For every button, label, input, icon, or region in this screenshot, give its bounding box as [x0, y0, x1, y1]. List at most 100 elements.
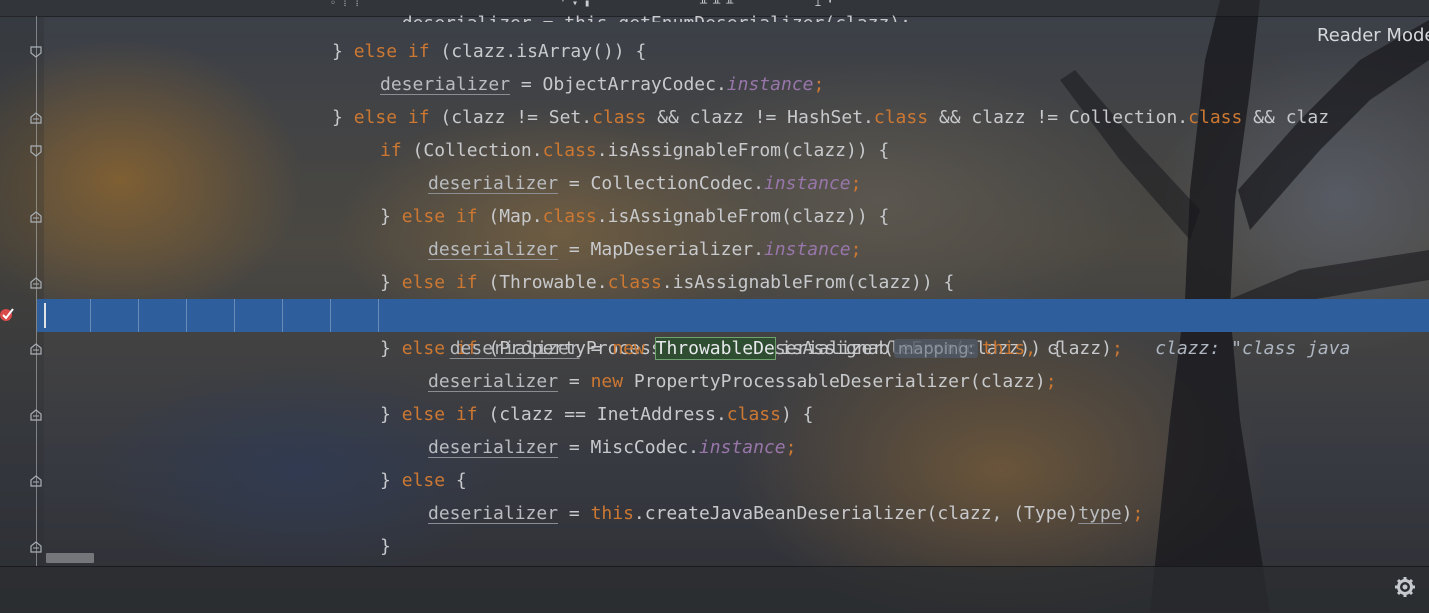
keyword-token: this, [981, 338, 1037, 359]
keyword-token: class [726, 404, 781, 425]
field-token: instance [763, 239, 851, 260]
keyword-token: this [590, 503, 634, 524]
code-token: (Throwable. [477, 272, 608, 293]
keyword-token: else if [401, 272, 478, 293]
code-text: deserializer = this.getEnumDeserializer(… [402, 13, 911, 23]
code-token: .isAssignableFrom(clazz)) { [596, 140, 890, 161]
code-token: } [332, 107, 354, 128]
code-token: } [380, 470, 402, 491]
fold-icon[interactable] [30, 541, 42, 553]
code-token: { [445, 470, 467, 491]
field-token: instance [763, 173, 851, 194]
keyword-token: class [542, 140, 597, 161]
horizontal-scrollbar-thumb[interactable] [46, 553, 94, 563]
code-token: = ObjectArrayCodec. [510, 74, 727, 95]
code-token: ; [1111, 338, 1123, 359]
code-token: ; [850, 173, 862, 194]
indent-guide [138, 299, 139, 332]
code-line[interactable]: deserializer = ObjectArrayCodec.instance… [380, 68, 824, 101]
indent-guide [282, 299, 283, 332]
code-token: (clazz.isArray()) { [429, 41, 647, 62]
keyword-token: class [607, 272, 662, 293]
code-token: .createJavaBeanDeserializer(clazz, (Type… [633, 503, 1079, 524]
code-token: (Collection. [401, 140, 543, 161]
code-line[interactable]: deserializer = this.createJavaBeanDeseri… [428, 497, 1143, 530]
code-token: serializer( [774, 338, 895, 359]
code-line[interactable]: if (Collection.class.isAssignableFrom(cl… [380, 134, 889, 167]
code-token: clazz) [1036, 338, 1112, 359]
indent-guide [186, 299, 187, 332]
code-token: ; [813, 74, 825, 95]
code-token: .isAssignableFrom(clazz)) { [661, 272, 955, 293]
code-token: (Map. [477, 206, 543, 227]
variable-token: deserializer [428, 503, 559, 524]
reader-mode-button[interactable]: Reader Mode [1317, 25, 1429, 46]
fold-icon[interactable] [30, 409, 42, 421]
toolbar-icon[interactable]: ◦ ⁞ ⁞ [330, 0, 360, 9]
code-token: = MiscCodec. [558, 437, 699, 458]
code-token: .isAssignableFrom(clazz)) { [596, 206, 890, 227]
code-token: ; [785, 437, 797, 458]
code-line[interactable]: } else if (clazz != Set.class && clazz !… [332, 101, 1329, 134]
code-line[interactable]: deserializer = new PropertyProcessableDe… [428, 365, 1057, 398]
indent-guide [90, 299, 91, 332]
variable-token: deserializer [449, 338, 580, 359]
code-token: && claz [1242, 107, 1330, 128]
keyword-token: class [873, 107, 929, 128]
code-token: } [332, 41, 354, 62]
fold-icon[interactable] [30, 343, 42, 355]
variable-token: deserializer [428, 173, 559, 194]
code-token: PropertyProcessableDeserializer(clazz) [623, 371, 1046, 392]
keyword-token: else if [401, 206, 478, 227]
text-caret [44, 303, 46, 328]
keyword-token: else if [353, 107, 430, 128]
bottom-panel-bar [0, 566, 1429, 613]
field-token: instance [698, 437, 786, 458]
code-token: ) { [780, 404, 814, 425]
code-token: ; [1132, 503, 1144, 524]
keyword-token: class [592, 107, 647, 128]
keyword-token: else if [401, 404, 478, 425]
field-token: instance [726, 74, 814, 95]
code-token: } [380, 338, 402, 359]
code-token: } [380, 404, 402, 425]
code-token: ; [1045, 371, 1057, 392]
keyword-token: else if [353, 41, 430, 62]
code-line-partial: deserializer = this.getEnumDeserializer(… [380, 2, 911, 23]
code-line[interactable]: } [380, 530, 391, 563]
code-token: } [380, 536, 391, 557]
fold-icon[interactable] [30, 277, 42, 289]
code-token: ; [850, 239, 862, 260]
code-line[interactable]: deserializer = CollectionCodec.instance; [428, 167, 862, 200]
code-token: ) [1121, 503, 1133, 524]
fold-icon[interactable] [30, 211, 42, 223]
keyword-token: new [590, 371, 624, 392]
fold-icon[interactable] [30, 112, 42, 124]
variable-token: deserializer [428, 371, 559, 392]
keyword-token: class [1188, 107, 1243, 128]
fold-icon[interactable] [30, 475, 42, 487]
keyword-token: if [380, 140, 402, 161]
gear-icon[interactable] [1394, 576, 1416, 598]
variable-token: deserializer [428, 437, 559, 458]
code-token: (clazz == InetAddress. [477, 404, 727, 425]
code-line[interactable]: deserializer = MapDeserializer.instance; [428, 233, 862, 266]
code-line-current[interactable]: deserializer = new ThrowableDeserializer… [428, 299, 1350, 360]
indent-guide [330, 299, 331, 332]
code-line[interactable]: } else if (clazz.isArray()) { [332, 35, 646, 68]
code-line[interactable]: } else if (clazz == InetAddress.class) { [380, 398, 814, 431]
indent-guide [234, 299, 235, 332]
code-line[interactable]: } else { [380, 464, 467, 497]
keyword-token: else [401, 470, 446, 491]
code-token: } [380, 272, 402, 293]
code-token: && clazz != Collection. [928, 107, 1189, 128]
breakpoint-icon[interactable] [0, 306, 16, 322]
search-highlight-token[interactable]: ThrowableDe [654, 337, 776, 360]
fold-icon[interactable] [30, 145, 42, 157]
code-line[interactable]: } else if (Map.class.isAssignableFrom(cl… [380, 200, 889, 233]
code-line[interactable]: } else if (Throwable.class.isAssignableF… [380, 266, 954, 299]
code-line[interactable]: deserializer = MiscCodec.instance; [428, 431, 796, 464]
variable-token: deserializer [428, 239, 559, 260]
fold-icon[interactable] [30, 46, 42, 58]
